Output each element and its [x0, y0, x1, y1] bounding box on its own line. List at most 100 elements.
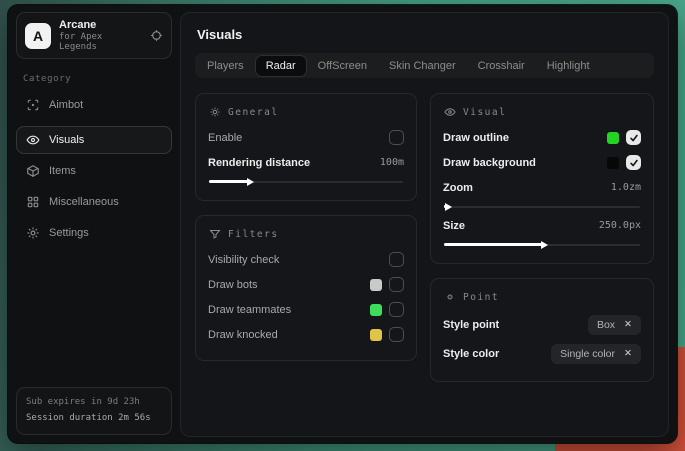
zoom-slider[interactable]: [444, 202, 640, 211]
setting-label: Style color: [443, 348, 499, 360]
draw-outline-checkbox[interactable]: [626, 130, 641, 145]
sun-icon: [209, 106, 221, 118]
app-subtitle: for Apex Legends: [59, 32, 142, 52]
visibility-check-checkbox[interactable]: [389, 252, 404, 267]
sub-expires-text: Sub expires in 9d 23h: [26, 395, 162, 410]
app-header-card: A Arcane for Apex Legends: [16, 12, 172, 59]
setting-label: Draw teammates: [208, 304, 291, 316]
sidebar-item-label: Aimbot: [49, 99, 83, 111]
close-icon[interactable]: ✕: [624, 349, 632, 359]
sidebar-item-visuals[interactable]: Visuals: [16, 126, 172, 154]
setting-value: 100m: [380, 157, 404, 168]
funnel-icon: [209, 228, 221, 240]
sidebar-item-settings[interactable]: Settings: [16, 219, 172, 247]
setting-label: Enable: [208, 132, 242, 144]
draw-background-checkbox[interactable]: [626, 155, 641, 170]
sidebar-item-label: Items: [49, 165, 76, 177]
tab-skin-changer[interactable]: Skin Changer: [379, 56, 466, 76]
app-window: A Arcane for Apex Legends Category: [8, 5, 677, 443]
slider-track: [444, 206, 640, 208]
rendering-distance-slider[interactable]: [209, 177, 403, 186]
setting-value: 1.0zm: [611, 182, 641, 193]
dot-icon: [444, 291, 456, 303]
point-section-header: Point: [444, 291, 641, 303]
sidebar-item-label: Settings: [49, 227, 89, 239]
close-icon[interactable]: ✕: [624, 320, 632, 330]
subscription-info-card: Sub expires in 9d 23h Session duration 2…: [16, 387, 172, 435]
misc-grid-icon: [26, 195, 40, 209]
setting-row-draw-outline: Draw outline: [443, 127, 641, 148]
general-section-header: General: [209, 106, 404, 118]
tab-highlight[interactable]: Highlight: [537, 56, 600, 76]
tab-crosshair[interactable]: Crosshair: [468, 56, 535, 76]
tab-players[interactable]: Players: [197, 56, 254, 76]
slider-thumb[interactable]: [444, 243, 542, 246]
color-swatch[interactable]: [607, 157, 619, 169]
setting-label: Draw outline: [443, 132, 509, 144]
filters-section: Filters Visibility check Draw bots: [195, 215, 417, 361]
draw-bots-checkbox[interactable]: [389, 277, 404, 292]
setting-value: 250.0px: [599, 220, 641, 231]
aimbot-crosshair-icon: [26, 98, 40, 112]
slider-thumb[interactable]: [444, 205, 446, 208]
setting-row-draw-background: Draw background: [443, 152, 641, 173]
setting-label: Style point: [443, 319, 499, 331]
left-column: General Enable Rendering distance 100m: [195, 93, 417, 361]
style-point-select[interactable]: Box ✕: [588, 315, 641, 335]
right-column: Visual Draw outline Draw background: [430, 93, 654, 382]
sidebar-item-aimbot[interactable]: Aimbot: [16, 91, 172, 119]
setting-row-draw-teammates: Draw teammates: [208, 299, 404, 320]
sidebar-item-label: Visuals: [49, 134, 84, 146]
filters-section-header: Filters: [209, 228, 404, 240]
section-title: Filters: [228, 229, 279, 240]
settings-gear-icon: [26, 226, 40, 240]
draw-teammates-checkbox[interactable]: [389, 302, 404, 317]
setting-label: Draw bots: [208, 279, 258, 291]
setting-row-rendering-distance: Rendering distance 100m: [208, 152, 404, 173]
color-swatch[interactable]: [607, 132, 619, 144]
section-title: Point: [463, 292, 499, 303]
app-meta: Arcane for Apex Legends: [59, 19, 142, 52]
section-title: General: [228, 107, 279, 118]
point-section: Point Style point Box ✕ Style color Sing…: [430, 278, 654, 382]
color-swatch[interactable]: [370, 304, 382, 316]
settings-columns: General Enable Rendering distance 100m: [195, 93, 654, 382]
color-swatch[interactable]: [370, 279, 382, 291]
setting-row-visibility-check: Visibility check: [208, 249, 404, 270]
setting-label: Draw knocked: [208, 329, 278, 341]
eye-icon: [444, 106, 456, 118]
color-swatch[interactable]: [370, 329, 382, 341]
sidebar-nav: Aimbot Visuals Items: [16, 91, 172, 247]
setting-row-style-point: Style point Box ✕: [443, 312, 641, 337]
sidebar-item-label: Miscellaneous: [49, 196, 119, 208]
setting-row-draw-knocked: Draw knocked: [208, 324, 404, 345]
slider-thumb[interactable]: [209, 180, 248, 183]
tab-offscreen[interactable]: OffScreen: [308, 56, 377, 76]
setting-label: Draw background: [443, 157, 536, 169]
section-title: Visual: [463, 107, 506, 118]
style-color-select[interactable]: Single color ✕: [551, 344, 641, 364]
visual-section-header: Visual: [444, 106, 641, 118]
sidebar-item-miscellaneous[interactable]: Miscellaneous: [16, 188, 172, 216]
enable-checkbox[interactable]: [389, 130, 404, 145]
setting-row-style-color: Style color Single color ✕: [443, 341, 641, 366]
visual-section: Visual Draw outline Draw background: [430, 93, 654, 264]
setting-label: Size: [443, 220, 465, 232]
setting-row-zoom: Zoom 1.0zm: [443, 177, 641, 198]
crosshair-icon[interactable]: [150, 29, 163, 42]
visuals-eye-icon: [26, 133, 40, 147]
setting-row-size: Size 250.0px: [443, 215, 641, 236]
app-name: Arcane: [59, 19, 142, 31]
app-logo: A: [25, 23, 51, 49]
tab-radar[interactable]: Radar: [256, 56, 306, 76]
sidebar-item-items[interactable]: Items: [16, 157, 172, 185]
main-panel: Visuals Players Radar OffScreen Skin Cha…: [180, 12, 669, 437]
draw-knocked-checkbox[interactable]: [389, 327, 404, 342]
setting-label: Zoom: [443, 182, 473, 194]
setting-label: Visibility check: [208, 254, 279, 266]
items-cube-icon: [26, 164, 40, 178]
setting-label: Rendering distance: [208, 157, 310, 169]
size-slider[interactable]: [444, 240, 640, 249]
setting-row-draw-bots: Draw bots: [208, 274, 404, 295]
selected-option: Box: [597, 319, 615, 331]
